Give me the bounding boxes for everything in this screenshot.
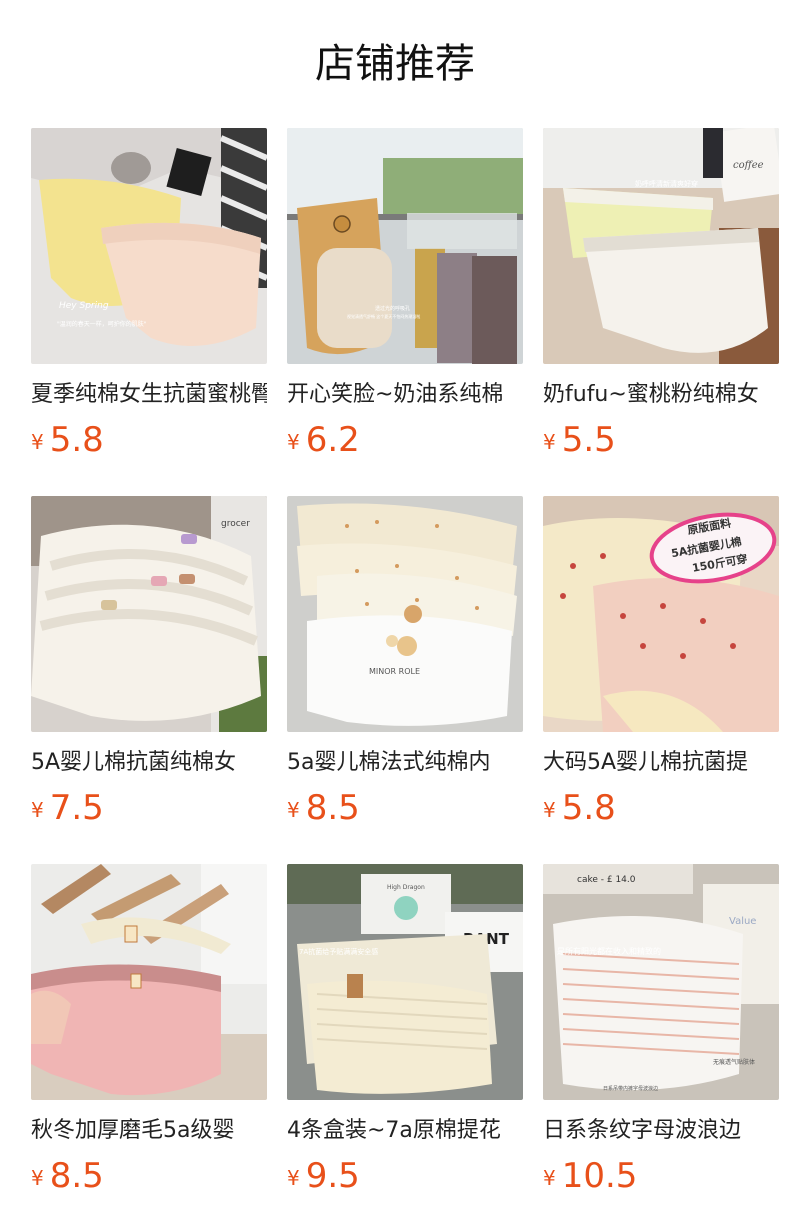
product-card[interactable]: 透过光的呼吸孔 视觉清透气舒畅 这个夏天不怕闷热潮湿啦 开心笑脸~奶油系纯棉 ¥… <box>287 128 523 468</box>
product-photo-icon: cake - £ 14.0 是所有阳光都在收入和精致的 Value 无痕透气贴肤… <box>543 864 779 1100</box>
image-caption: 无痕透气贴肤体 <box>713 1058 755 1066</box>
product-image[interactable]: MINOR ROLE <box>287 496 523 732</box>
image-caption: Value <box>729 916 756 927</box>
product-price: ¥5.8 <box>543 788 616 828</box>
product-image[interactable]: 原版面料 5A抗菌婴儿棉 150斤可穿 <box>543 496 779 732</box>
currency-symbol: ¥ <box>287 798 300 822</box>
image-caption: Hey Spring <box>59 301 109 311</box>
product-photo-icon: High Dragon RANT 7A抗菌给予贴满满安全感 <box>287 864 523 1100</box>
price-value: 5.8 <box>561 788 616 828</box>
product-card[interactable]: 秋冬加厚磨毛5a级婴 ¥8.5 <box>31 864 267 1204</box>
product-price: ¥9.5 <box>287 1156 360 1196</box>
product-photo-icon: coffee 奶呼呼清新清爽好穿 <box>543 128 779 364</box>
image-caption: "温润的春天一样，呵护你的肌肤" <box>57 320 147 328</box>
product-image[interactable]: coffee 奶呼呼清新清爽好穿 <box>543 128 779 364</box>
product-photo-icon <box>31 864 267 1100</box>
product-name[interactable]: 夏季纯棉女生抗菌蜜桃臀 <box>31 380 267 410</box>
product-name[interactable]: 奶fufu~蜜桃粉纯棉女 <box>543 380 779 410</box>
price-value: 10.5 <box>561 1156 638 1196</box>
image-caption: MINOR ROLE <box>369 667 420 676</box>
product-photo-icon: grocer <box>31 496 267 732</box>
product-name[interactable]: 开心笑脸~奶油系纯棉 <box>287 380 523 410</box>
product-name[interactable]: 大码5A婴儿棉抗菌提 <box>543 748 779 778</box>
product-photo-icon: 透过光的呼吸孔 视觉清透气舒畅 这个夏天不怕闷热潮湿啦 <box>287 128 523 364</box>
product-price: ¥5.5 <box>543 420 616 460</box>
image-caption: grocer <box>221 519 250 529</box>
image-caption: 是所有阳光都在收入和精致的 <box>557 946 661 956</box>
currency-symbol: ¥ <box>543 798 556 822</box>
product-image[interactable]: 透过光的呼吸孔 视觉清透气舒畅 这个夏天不怕闷热潮湿啦 <box>287 128 523 364</box>
product-card[interactable]: MINOR ROLE 5a婴儿棉法式纯棉内 ¥8.5 <box>287 496 523 836</box>
currency-symbol: ¥ <box>287 1166 300 1190</box>
product-card[interactable]: High Dragon RANT 7A抗菌给予贴满满安全感 4条盒装~7a原棉提… <box>287 864 523 1204</box>
product-name[interactable]: 日系条纹字母波浪边 <box>543 1116 779 1146</box>
image-caption: 视觉清透气舒畅 这个夏天不怕闷热潮湿啦 <box>347 313 420 319</box>
product-price: ¥5.8 <box>31 420 104 460</box>
price-value: 5.8 <box>49 420 104 460</box>
currency-symbol: ¥ <box>31 798 44 822</box>
price-value: 7.5 <box>49 788 104 828</box>
product-photo-icon: 原版面料 5A抗菌婴儿棉 150斤可穿 <box>543 496 779 732</box>
product-name[interactable]: 4条盒装~7a原棉提花 <box>287 1116 523 1146</box>
image-caption: High Dragon <box>387 884 425 891</box>
price-value: 8.5 <box>305 788 360 828</box>
section-title: 店铺推荐 <box>315 41 475 87</box>
image-caption: cake - £ 14.0 <box>577 875 636 885</box>
product-name[interactable]: 秋冬加厚磨毛5a级婴 <box>31 1116 267 1146</box>
product-price: ¥7.5 <box>31 788 104 828</box>
price-value: 5.5 <box>561 420 616 460</box>
image-caption: 日系吊带内裤字母波浪边 <box>603 1085 658 1092</box>
product-card[interactable]: cake - £ 14.0 是所有阳光都在收入和精致的 Value 无痕透气贴肤… <box>543 864 779 1204</box>
currency-symbol: ¥ <box>31 1166 44 1190</box>
product-price: ¥6.2 <box>287 420 360 460</box>
product-price: ¥8.5 <box>287 788 360 828</box>
price-value: 9.5 <box>305 1156 360 1196</box>
product-card[interactable]: coffee 奶呼呼清新清爽好穿 奶fufu~蜜桃粉纯棉女 ¥5.5 <box>543 128 779 468</box>
product-photo-icon: MINOR ROLE <box>287 496 523 732</box>
product-card[interactable]: grocer 5A婴儿棉抗菌纯棉女 ¥7.5 <box>31 496 267 836</box>
price-value: 6.2 <box>305 420 360 460</box>
product-photo-icon: Hey Spring "温润的春天一样，呵护你的肌肤" <box>31 128 267 364</box>
currency-symbol: ¥ <box>31 430 44 454</box>
image-caption: coffee <box>733 160 764 171</box>
product-name[interactable]: 5A婴儿棉抗菌纯棉女 <box>31 748 267 778</box>
product-image[interactable] <box>31 864 267 1100</box>
product-name[interactable]: 5a婴儿棉法式纯棉内 <box>287 748 523 778</box>
product-image[interactable]: High Dragon RANT 7A抗菌给予贴满满安全感 <box>287 864 523 1100</box>
currency-symbol: ¥ <box>287 430 300 454</box>
product-price: ¥10.5 <box>543 1156 637 1196</box>
product-image[interactable]: cake - £ 14.0 是所有阳光都在收入和精致的 Value 无痕透气贴肤… <box>543 864 779 1100</box>
product-card[interactable]: Hey Spring "温润的春天一样，呵护你的肌肤" 夏季纯棉女生抗菌蜜桃臀 … <box>31 128 267 468</box>
product-card[interactable]: 原版面料 5A抗菌婴儿棉 150斤可穿 大码5A婴儿棉抗菌提 ¥5.8 <box>543 496 779 836</box>
currency-symbol: ¥ <box>543 430 556 454</box>
image-caption: 奶呼呼清新清爽好穿 <box>635 179 698 188</box>
product-price: ¥8.5 <box>31 1156 104 1196</box>
image-caption: 7A抗菌给予贴满满安全感 <box>299 947 378 956</box>
image-caption: 透过光的呼吸孔 <box>375 305 410 312</box>
product-image[interactable]: Hey Spring "温润的春天一样，呵护你的肌肤" <box>31 128 267 364</box>
price-value: 8.5 <box>49 1156 104 1196</box>
currency-symbol: ¥ <box>543 1166 556 1190</box>
product-image[interactable]: grocer <box>31 496 267 732</box>
